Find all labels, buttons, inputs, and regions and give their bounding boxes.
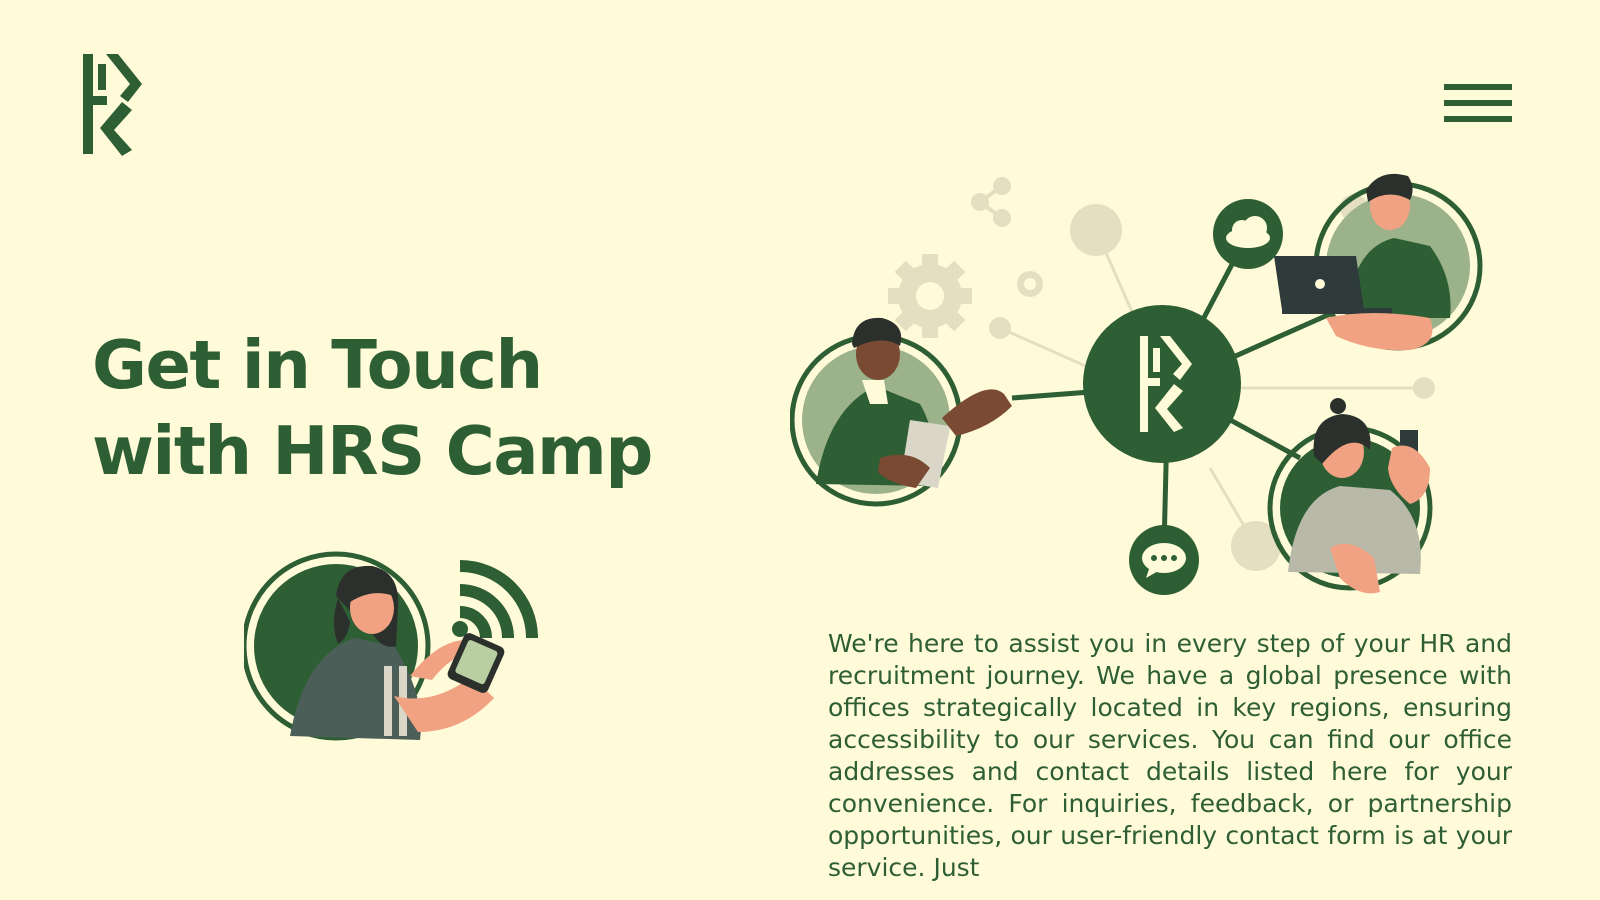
gear-icon	[888, 254, 972, 338]
title-line-2: with HRS Camp	[92, 412, 653, 490]
menu-button[interactable]	[1444, 82, 1514, 126]
menu-bar	[1444, 116, 1512, 122]
menu-bar	[1444, 84, 1512, 90]
intro-paragraph: We're here to assist you in every step o…	[828, 629, 1512, 882]
hrs-camp-logo-icon[interactable]	[78, 50, 148, 158]
menu-bar	[1444, 100, 1512, 106]
page-title: Get in Touch with HRS Camp	[92, 322, 732, 494]
share-icon	[971, 177, 1011, 227]
wifi-icon	[459, 560, 538, 639]
person-with-phone-illustration	[244, 551, 538, 741]
title-line-1: Get in Touch	[92, 326, 543, 404]
hr-network-illustration	[790, 173, 1483, 595]
